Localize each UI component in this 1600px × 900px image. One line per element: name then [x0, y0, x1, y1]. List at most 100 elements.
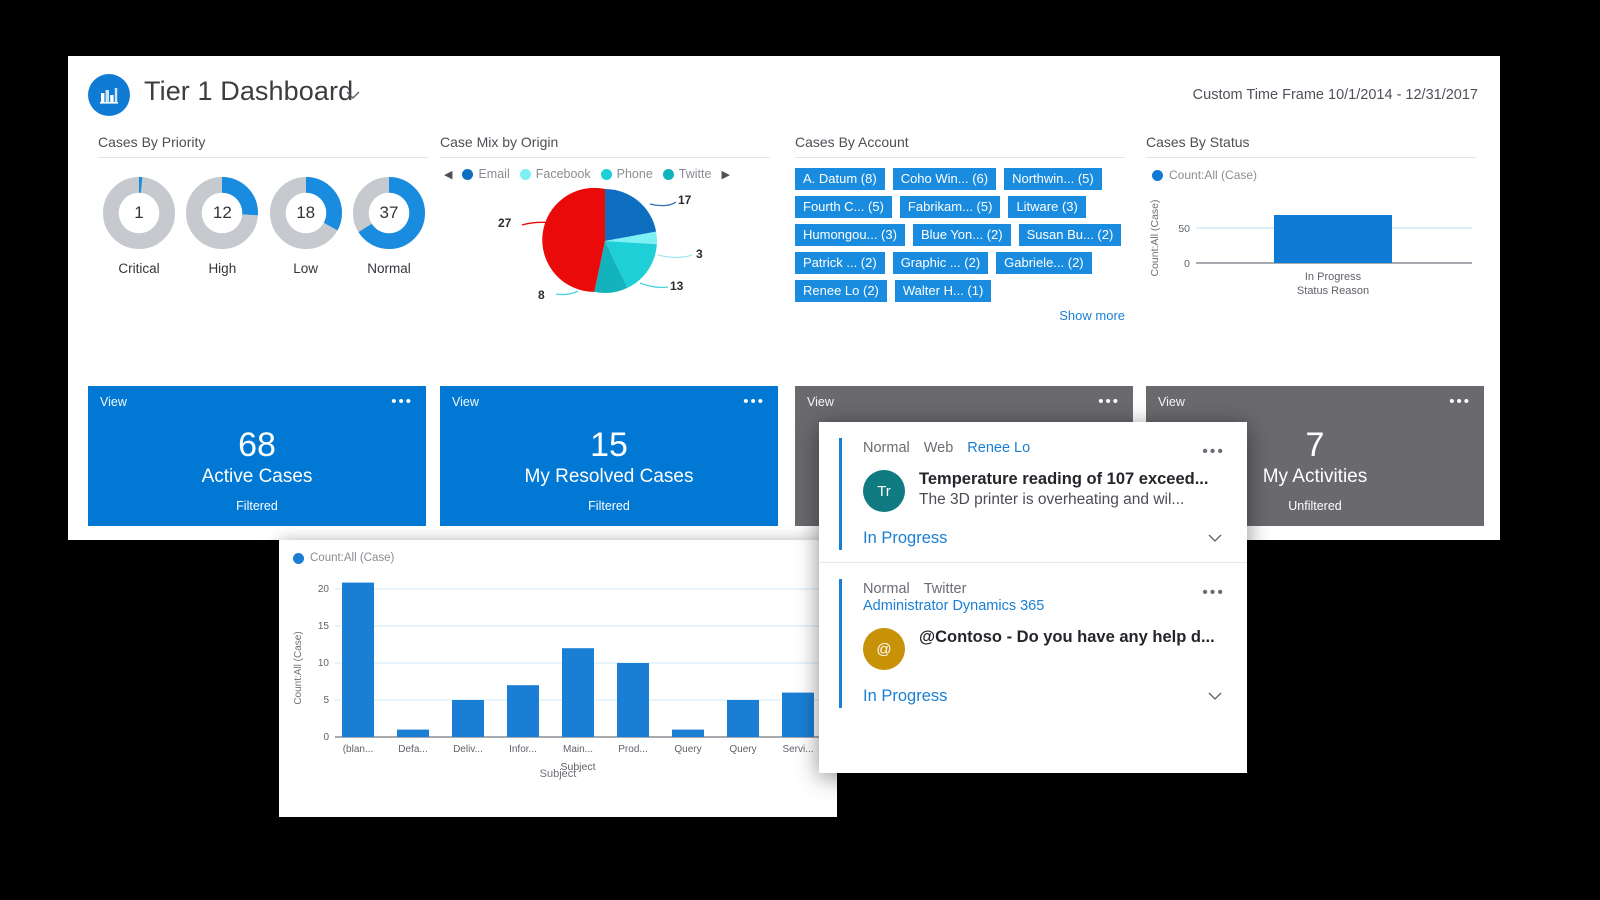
right-arrow-icon[interactable]: ▶: [721, 168, 729, 181]
widget-title: Case Mix by Origin: [440, 134, 559, 150]
widget-title: Cases By Account: [795, 134, 909, 150]
card-status: In Progress: [863, 528, 948, 547]
card-overflow-icon[interactable]: •••: [1202, 585, 1225, 601]
donut-gauge-low[interactable]: 18 Low: [269, 176, 343, 276]
donut-gauge-critical[interactable]: 1 Critical: [102, 176, 176, 276]
legend-swatch: [519, 168, 531, 180]
account-tag[interactable]: Coho Win... (6): [892, 168, 997, 190]
donut-label: Normal: [367, 261, 411, 276]
card-body: Tr Temperature reading of 107 exceed... …: [845, 470, 1225, 512]
tile-filter-state: Filtered: [588, 499, 630, 513]
widget-title: Cases By Status: [1146, 134, 1250, 150]
legend-swatch: [662, 168, 674, 180]
account-tag[interactable]: Walter H... (1): [894, 280, 992, 302]
donut-gauge-normal[interactable]: 37 Normal: [352, 176, 426, 276]
card-owner-link[interactable]: Administrator Dynamics 365: [845, 598, 1225, 614]
card-title: @Contoso - Do you have any help d...: [919, 628, 1215, 646]
cases-by-subject-bar-chart[interactable]: Count:All (Case) 20 15 10 5 0 (blan... D…: [279, 568, 837, 773]
donut-gauge-row: 1 Critical 12 High 18 Low 37 Normal: [98, 158, 428, 276]
card-accent-bar: [839, 579, 842, 708]
case-card-panel: Normal Web Renee Lo ••• Tr Temperature r…: [819, 422, 1247, 773]
dashboard-window: Tier 1 Dashboard Custom Time Frame 10/1/…: [68, 56, 1500, 540]
account-tag[interactable]: Blue Yon... (2): [912, 224, 1011, 246]
legend-item-email[interactable]: Email: [462, 167, 510, 181]
legend-label: Count:All (Case): [1169, 168, 1258, 182]
kpi-tile-my-resolved-cases[interactable]: View ••• 15 My Resolved Cases Filtered: [440, 386, 778, 526]
legend-label: Twitte: [678, 167, 712, 181]
case-card[interactable]: Normal Twitter Administrator Dynamics 36…: [819, 562, 1247, 720]
svg-text:20: 20: [318, 584, 330, 595]
svg-text:0: 0: [1184, 258, 1190, 270]
tile-overflow-icon[interactable]: •••: [743, 394, 765, 409]
card-title: Temperature reading of 107 exceed...: [919, 470, 1209, 488]
legend-item-facebook[interactable]: Facebook: [519, 167, 591, 181]
account-tag[interactable]: Fourth C... (5): [795, 196, 892, 218]
widget-cases-by-priority: Cases By Priority 1 Critical 12 High 18 …: [98, 134, 428, 276]
card-overflow-icon[interactable]: •••: [1202, 444, 1225, 460]
status-bar-chart[interactable]: Count:All (Case) 50 0 In Progress Status…: [1146, 186, 1476, 297]
svg-text:Prod...: Prod...: [618, 744, 647, 755]
widget-row: Cases By Priority 1 Critical 12 High 18 …: [68, 134, 1500, 323]
account-tag[interactable]: Gabriele... (2): [996, 252, 1092, 274]
legend-item-twitter[interactable]: Twitte: [662, 167, 712, 181]
account-tag[interactable]: Renee Lo (2): [795, 280, 887, 302]
tile-caption: Active Cases: [201, 466, 313, 487]
legend-label: Phone: [616, 167, 653, 181]
chevron-down-icon[interactable]: [1205, 528, 1225, 548]
kpi-tile-active-cases[interactable]: View ••• 68 Active Cases Filtered: [88, 386, 426, 526]
case-card[interactable]: Normal Web Renee Lo ••• Tr Temperature r…: [819, 422, 1247, 562]
legend-swatch: [600, 168, 612, 180]
tile-overflow-icon[interactable]: •••: [1449, 394, 1471, 409]
legend-label: Email: [478, 167, 510, 181]
status-chart-legend: Count:All (Case): [1146, 158, 1476, 182]
card-channel: Twitter: [923, 581, 967, 597]
account-tag[interactable]: Humongou... (3): [795, 224, 905, 246]
avatar: @: [863, 628, 905, 670]
dashboard-header: Tier 1 Dashboard Custom Time Frame 10/1/…: [68, 56, 1500, 134]
svg-text:Subject: Subject: [560, 761, 595, 773]
account-tag[interactable]: Susan Bu... (2): [1018, 224, 1122, 246]
legend-swatch: [1152, 169, 1163, 181]
account-tag[interactable]: Patrick ... (2): [795, 252, 885, 274]
tile-view-label[interactable]: View: [100, 395, 127, 409]
card-priority: Normal: [863, 581, 910, 597]
legend-label: Facebook: [535, 167, 591, 181]
screenshot-stage: Tier 1 Dashboard Custom Time Frame 10/1/…: [0, 0, 1600, 900]
legend-swatch: [293, 552, 304, 564]
svg-text:10: 10: [318, 658, 330, 669]
pie-data-label-email: 17: [678, 193, 692, 207]
svg-text:Count:All (Case): Count:All (Case): [293, 631, 304, 704]
account-tag[interactable]: Litware (3): [1008, 196, 1086, 218]
donut-label: High: [208, 261, 237, 276]
legend-label: Count:All (Case): [310, 552, 395, 564]
svg-text:0: 0: [323, 732, 329, 743]
account-tag[interactable]: Northwin... (5): [1004, 168, 1102, 190]
tile-view-label[interactable]: View: [807, 395, 834, 409]
card-accent-bar: [839, 438, 842, 550]
account-tag[interactable]: Fabrikam... (5): [899, 196, 1001, 218]
kpi-tile-row: View ••• 68 Active Cases Filtered View •…: [68, 386, 1500, 534]
show-more-link[interactable]: Show more: [795, 302, 1125, 323]
card-footer: In Progress: [845, 528, 1225, 548]
pie-chart[interactable]: 17 3 13 8 27: [440, 183, 770, 305]
card-owner-link[interactable]: Renee Lo: [967, 440, 1030, 456]
dashboard-icon: [88, 74, 130, 116]
legend-item-phone[interactable]: Phone: [600, 167, 653, 181]
chevron-down-icon[interactable]: [1205, 686, 1225, 706]
tile-view-label[interactable]: View: [1158, 395, 1185, 409]
donut-value: 12: [212, 203, 232, 222]
svg-text:Infor...: Infor...: [509, 744, 537, 755]
account-tag[interactable]: Graphic ... (2): [892, 252, 989, 274]
pie-data-label-phone: 13: [670, 279, 684, 293]
donut-gauge-high[interactable]: 12 High: [185, 176, 259, 276]
chevron-down-icon[interactable]: [344, 86, 362, 104]
card-status: In Progress: [863, 686, 948, 705]
left-arrow-icon[interactable]: ◀: [444, 168, 452, 181]
time-frame-label: Custom Time Frame 10/1/2014 - 12/31/2017: [1192, 87, 1478, 103]
account-tag[interactable]: A. Datum (8): [795, 168, 885, 190]
tile-overflow-icon[interactable]: •••: [1098, 394, 1120, 409]
donut-label: Critical: [118, 261, 160, 276]
tile-view-label[interactable]: View: [452, 395, 479, 409]
donut-value: 1: [134, 203, 144, 222]
tile-overflow-icon[interactable]: •••: [391, 394, 413, 409]
